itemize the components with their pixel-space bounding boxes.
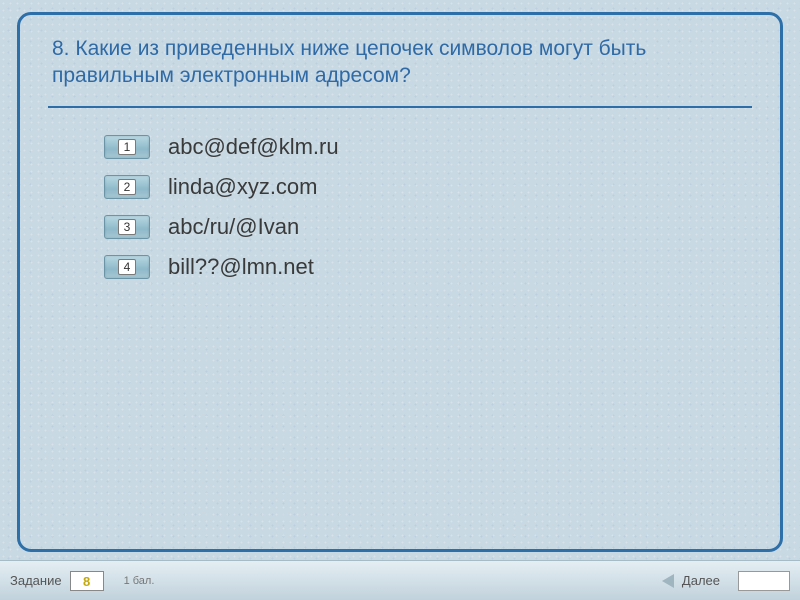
arrow-left-icon: [662, 574, 674, 588]
task-label: Задание: [10, 573, 62, 588]
option-row: 3 abc/ru/@Ivan: [104, 214, 752, 240]
divider: [48, 106, 752, 108]
option-button-4[interactable]: 4: [104, 255, 150, 279]
option-number: 2: [118, 179, 137, 195]
option-text: bill??@lmn.net: [168, 254, 314, 280]
option-text: abc@def@klm.ru: [168, 134, 339, 160]
option-row: 2 linda@xyz.com: [104, 174, 752, 200]
answer-box: [738, 571, 790, 591]
option-text: abc/ru/@Ivan: [168, 214, 299, 240]
next-label: Далее: [682, 573, 720, 588]
option-number: 1: [118, 139, 137, 155]
option-row: 4 bill??@lmn.net: [104, 254, 752, 280]
options-list: 1 abc@def@klm.ru 2 linda@xyz.com 3 abc/r…: [104, 134, 752, 280]
option-row: 1 abc@def@klm.ru: [104, 134, 752, 160]
option-button-3[interactable]: 3: [104, 215, 150, 239]
question-frame: 8. Какие из приведенных ниже цепочек сим…: [17, 12, 783, 552]
option-button-2[interactable]: 2: [104, 175, 150, 199]
task-number-box: 8: [70, 571, 104, 591]
question-text: 8. Какие из приведенных ниже цепочек сим…: [52, 35, 744, 90]
option-text: linda@xyz.com: [168, 174, 318, 200]
option-number: 3: [118, 219, 137, 235]
option-button-1[interactable]: 1: [104, 135, 150, 159]
next-button[interactable]: Далее: [662, 571, 790, 591]
option-number: 4: [118, 259, 137, 275]
footer-bar: Задание 8 1 бал. Далее: [0, 560, 800, 600]
points-label: 1 бал.: [124, 575, 155, 587]
